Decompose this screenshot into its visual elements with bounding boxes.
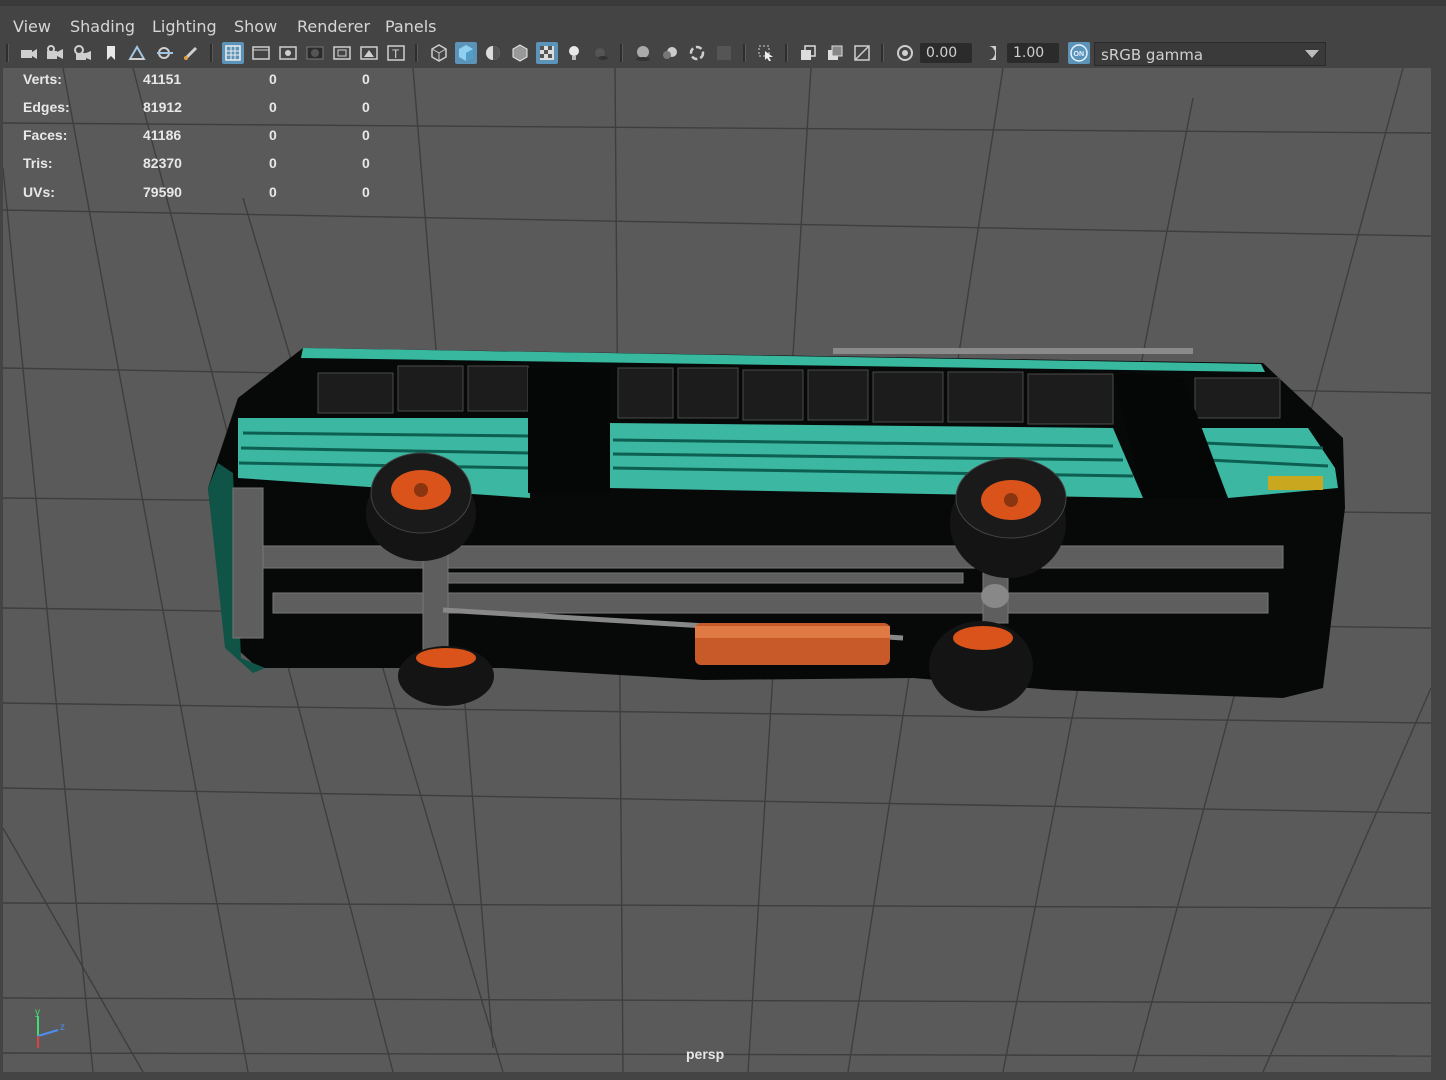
backface-culling-icon[interactable]	[851, 42, 873, 64]
hud-selected: 0	[269, 99, 277, 115]
hud-total: 41186	[143, 127, 182, 143]
bookmark-icon[interactable]	[100, 42, 122, 64]
panel-menu-bar: View Shading Lighting Show Renderer Pane…	[0, 0, 1446, 38]
anti-aliasing-icon[interactable]	[686, 42, 708, 64]
hud-components: 0	[362, 99, 370, 115]
hud-label: Tris:	[23, 155, 53, 171]
hud-total: 41151	[143, 71, 182, 87]
toolbar-separator	[881, 44, 884, 62]
hud-label: Edges:	[23, 99, 70, 115]
panel-border-bottom	[0, 1072, 1446, 1080]
exposure-icon[interactable]	[894, 42, 916, 64]
xray-joints-icon[interactable]	[797, 42, 819, 64]
hud-selected: 0	[269, 184, 277, 200]
depth-of-field-icon[interactable]	[713, 42, 735, 64]
xray-active-icon[interactable]	[824, 42, 846, 64]
hud-total: 82370	[143, 155, 182, 171]
hud-total: 79590	[143, 184, 182, 200]
safe-action-icon[interactable]	[358, 42, 380, 64]
safe-title-icon[interactable]: T	[385, 42, 407, 64]
color-management-badge: ON	[1074, 51, 1085, 58]
camera-name-label: persp	[686, 1046, 725, 1062]
hud-components: 0	[362, 127, 370, 143]
hud-selected: 0	[269, 71, 277, 87]
toolbar-separator	[620, 44, 623, 62]
hud-total: 81912	[143, 99, 182, 115]
hud-components: 0	[362, 184, 370, 200]
ground-grid: y z	[3, 68, 1431, 1072]
smooth-shade-icon[interactable]	[455, 42, 477, 64]
toolbar-separator	[210, 44, 213, 62]
bus-model[interactable]	[208, 348, 1345, 711]
rear-wheel-top	[950, 457, 1067, 578]
hud-label: Faces:	[23, 127, 68, 143]
menu-renderer[interactable]: Renderer	[297, 17, 370, 36]
toolbar-separator	[415, 44, 418, 62]
hud-selected: 0	[269, 127, 277, 143]
color-management-toggle[interactable]: ON	[1068, 42, 1090, 64]
menu-show[interactable]: Show	[234, 17, 277, 36]
axis-indicator: y z	[35, 1007, 65, 1048]
resolution-gate-icon[interactable]	[277, 42, 299, 64]
svg-text:T: T	[392, 47, 400, 61]
use-all-lights-icon[interactable]	[563, 42, 585, 64]
toolbar-separator	[785, 44, 788, 62]
gate-mask-icon[interactable]	[304, 42, 326, 64]
front-wheel-bottom	[398, 646, 494, 706]
motion-blur-icon[interactable]	[659, 42, 681, 64]
menu-panels[interactable]: Panels	[385, 17, 437, 36]
color-space-dropdown[interactable]: sRGB gamma	[1094, 42, 1326, 66]
color-space-label: sRGB gamma	[1101, 46, 1204, 64]
hud-components: 0	[362, 155, 370, 171]
hud-label: UVs:	[23, 184, 55, 200]
hud-selected: 0	[269, 155, 277, 171]
image-plane-icon[interactable]	[126, 42, 148, 64]
shadows-icon[interactable]	[590, 42, 612, 64]
isolate-select-icon[interactable]	[755, 42, 777, 64]
grid-icon[interactable]	[222, 42, 244, 64]
maya-viewport-panel: View Shading Lighting Show Renderer Pane…	[0, 0, 1446, 1080]
toolbar-separator	[743, 44, 746, 62]
screen-space-ao-icon[interactable]	[632, 42, 654, 64]
menu-view[interactable]: View	[13, 17, 51, 36]
xray-icon[interactable]	[536, 42, 558, 64]
exposure-field[interactable]: 0.00	[920, 43, 972, 63]
hud-components: 0	[362, 71, 370, 87]
perspective-viewport[interactable]: y z Verts: 41151 0 0 Edges: 81912 0 0 Fa…	[3, 68, 1431, 1072]
front-wheel-top	[366, 452, 476, 561]
rear-wheel-bottom	[929, 621, 1033, 711]
field-chart-icon[interactable]	[331, 42, 353, 64]
grease-pencil-icon[interactable]	[180, 42, 202, 64]
hud-label: Verts:	[23, 71, 62, 87]
default-material-icon[interactable]	[482, 42, 504, 64]
wireframe-icon[interactable]	[428, 42, 450, 64]
menu-lighting[interactable]: Lighting	[152, 17, 217, 36]
menu-shading[interactable]: Shading	[70, 17, 135, 36]
toolbar-separator	[6, 44, 9, 62]
film-gate-icon[interactable]	[250, 42, 272, 64]
panel-border-right	[1431, 38, 1446, 1080]
camera-select-icon[interactable]	[18, 42, 40, 64]
camera-lock-icon[interactable]	[44, 42, 66, 64]
axis-y-label: y	[35, 1007, 40, 1018]
gamma-icon[interactable]	[981, 42, 1003, 64]
wireframe-on-shaded-icon[interactable]	[509, 42, 531, 64]
axis-z-label: z	[60, 1022, 65, 1033]
chevron-down-icon[interactable]	[1305, 50, 1319, 58]
camera-attributes-icon[interactable]	[72, 42, 94, 64]
gamma-field[interactable]: 1.00	[1007, 43, 1059, 63]
2d-pan-zoom-icon[interactable]	[154, 42, 176, 64]
